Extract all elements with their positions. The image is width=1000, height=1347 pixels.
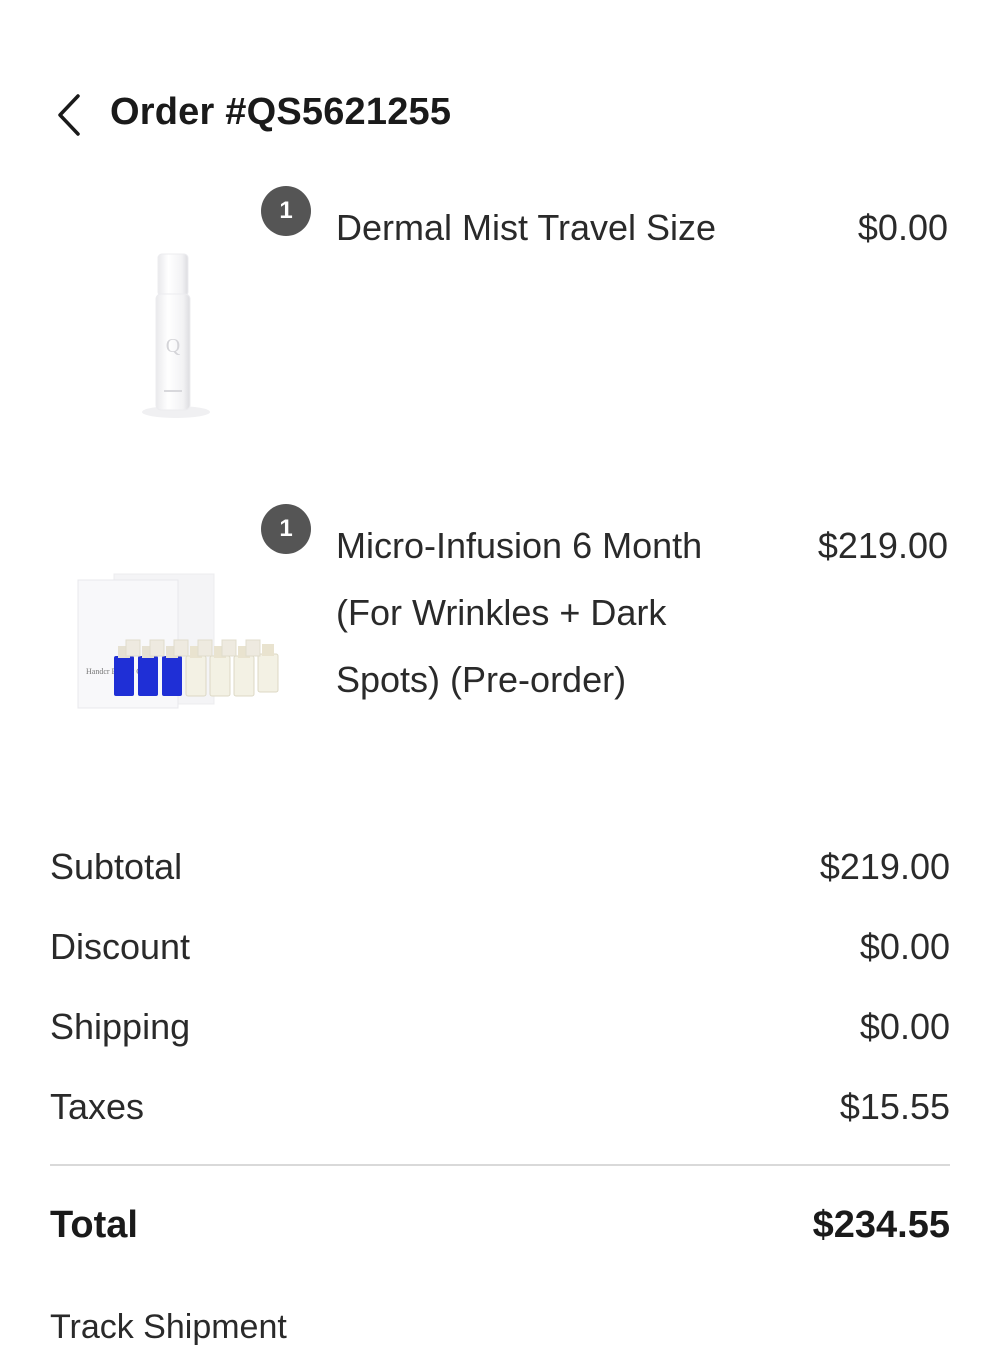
track-shipment-link[interactable]: Track Shipment bbox=[50, 1308, 287, 1347]
shipping-row: Shipping $0.00 bbox=[50, 988, 950, 1068]
taxes-row: Taxes $15.55 bbox=[50, 1068, 950, 1148]
discount-row: Discount $0.00 bbox=[50, 908, 950, 988]
back-button[interactable] bbox=[46, 90, 92, 140]
order-summary: Subtotal $219.00 Discount $0.00 Shipping… bbox=[50, 828, 950, 1148]
product-name[interactable]: Micro-Infusion 6 Month (For Wrinkles + D… bbox=[336, 512, 766, 713]
product-name[interactable]: Dermal Mist Travel Size bbox=[336, 194, 766, 261]
quantity-badge: 1 bbox=[261, 504, 311, 554]
order-line-item: Handcr Beauty C 1 Micro-Infusion 6 Month… bbox=[0, 498, 1000, 788]
order-header: Order #QS5621255 bbox=[0, 70, 1000, 160]
subtotal-label: Subtotal bbox=[50, 846, 183, 887]
order-line-item: Q 1 Dermal Mist Travel Size $0.00 bbox=[0, 180, 1000, 450]
shipping-label: Shipping bbox=[50, 1006, 191, 1047]
discount-label: Discount bbox=[50, 926, 191, 967]
page-title: Order #QS5621255 bbox=[110, 91, 452, 133]
product-image-micro-infusion[interactable]: Handcr Beauty C bbox=[70, 568, 290, 738]
summary-divider bbox=[50, 1164, 950, 1166]
total-value: $234.55 bbox=[812, 1204, 950, 1246]
subtotal-value: $219.00 bbox=[819, 846, 950, 887]
subtotal-row: Subtotal $219.00 bbox=[50, 828, 950, 908]
product-price: $0.00 bbox=[857, 207, 948, 248]
total-row: Total $234.55 bbox=[50, 1204, 950, 1254]
bottle-logo-mark: Q bbox=[166, 335, 181, 357]
total-label: Total bbox=[50, 1204, 138, 1246]
product-image-dermal-mist[interactable]: Q bbox=[120, 240, 230, 430]
product-price: $219.00 bbox=[817, 525, 948, 566]
discount-value: $0.00 bbox=[859, 926, 950, 967]
taxes-value: $15.55 bbox=[839, 1086, 950, 1127]
taxes-label: Taxes bbox=[50, 1086, 145, 1127]
quantity-badge: 1 bbox=[261, 186, 311, 236]
shipping-value: $0.00 bbox=[859, 1006, 950, 1047]
chevron-left-icon bbox=[58, 94, 80, 136]
